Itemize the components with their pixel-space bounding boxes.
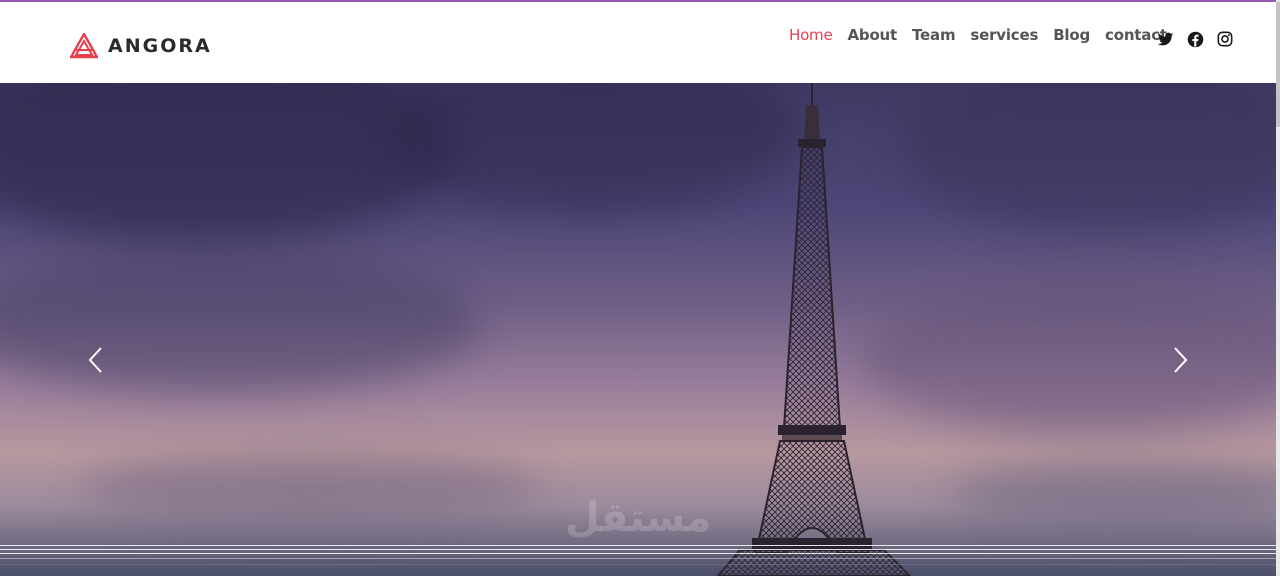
carousel-prev-button[interactable] <box>86 345 106 375</box>
twitter-icon[interactable] <box>1157 31 1175 49</box>
angora-logo-icon <box>70 33 98 59</box>
main-nav: Home About Team services Blog contact <box>789 26 1182 44</box>
scrollbar[interactable] <box>1276 0 1280 576</box>
instagram-icon[interactable] <box>1217 31 1235 49</box>
carousel-next-button[interactable] <box>1170 345 1190 375</box>
scrollbar-thumb[interactable] <box>1276 2 1280 127</box>
artifact-line <box>0 545 1276 546</box>
chevron-left-icon <box>88 347 102 373</box>
cloud-shape <box>900 83 1276 233</box>
artifact-line <box>0 569 1276 570</box>
nav-team[interactable]: Team <box>912 26 956 44</box>
eiffel-tower <box>716 83 912 576</box>
cloud-shape <box>80 453 540 523</box>
nav-home[interactable]: Home <box>789 26 833 44</box>
social-links <box>1157 31 1247 49</box>
brand-name: ANGORA <box>108 35 212 57</box>
nav-about[interactable]: About <box>848 26 898 44</box>
watermark-text: مستقل <box>565 495 712 541</box>
nav-services[interactable]: services <box>970 26 1038 44</box>
nav-blog[interactable]: Blog <box>1053 26 1090 44</box>
cloud-shape <box>950 463 1276 523</box>
cloud-shape <box>0 253 480 393</box>
facebook-icon[interactable] <box>1187 31 1205 49</box>
artifact-line <box>0 553 1276 554</box>
artifact-line <box>0 558 1276 559</box>
artifact-line <box>0 564 1276 565</box>
chevron-right-icon <box>1174 347 1188 373</box>
artifact-line <box>0 549 1276 550</box>
site-header: ANGORA Home About Team services Blog con… <box>0 2 1276 83</box>
brand[interactable]: ANGORA <box>70 33 212 59</box>
hero-carousel: مستقل <box>0 83 1276 576</box>
